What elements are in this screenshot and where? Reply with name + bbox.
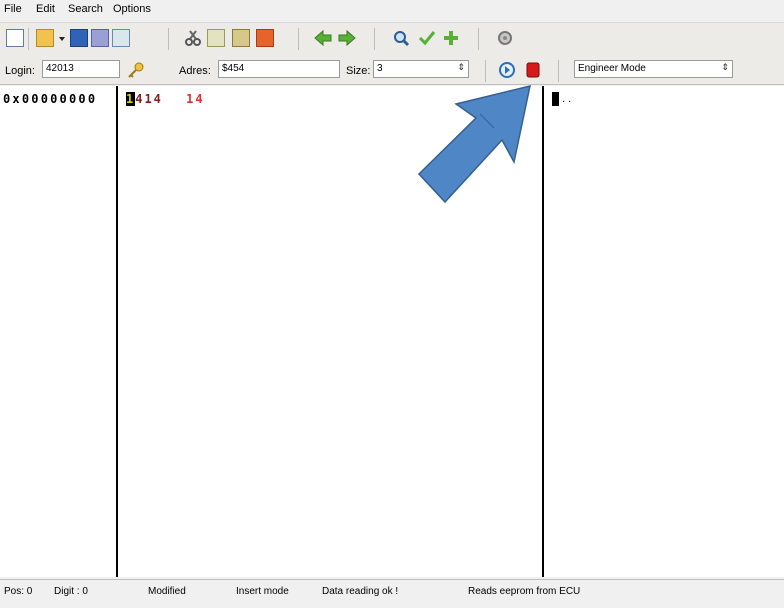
ascii-text: . . [562,93,572,105]
annotation-arrow [417,84,531,204]
adres-label: Adres: [179,65,211,77]
save-as-icon[interactable] [91,29,109,47]
copy-icon[interactable] [207,29,225,47]
key-icon[interactable] [127,61,145,79]
menu-file[interactable]: File [4,3,22,15]
mode-select[interactable]: Engineer Mode ⇕ [574,60,733,78]
toolbar-separator [558,60,559,82]
menu-search[interactable]: Search [68,3,103,15]
status-modified: Modified [148,586,186,597]
new-file-icon[interactable] [6,29,24,47]
gear-icon[interactable] [496,29,514,47]
login-field[interactable]: 42013 [42,60,120,78]
check-icon[interactable] [418,29,436,47]
ascii-cursor [552,92,559,106]
toolbar-separator [28,28,29,50]
menu-options[interactable]: Options [113,3,151,15]
hex-editor[interactable]: 0x00000000 1414 14 6 . . [0,84,784,577]
menu-bar: File Edit Search Options [0,0,784,20]
stop-icon[interactable] [524,61,542,79]
print-icon[interactable] [112,29,130,47]
ascii-column[interactable]: . . [544,86,784,577]
open-dropdown-icon[interactable] [58,29,66,47]
size-label: Size: [346,65,371,77]
size-value: 3 [377,63,383,74]
paste-icon[interactable] [232,29,250,47]
row-address: 0x00000000 [3,92,98,106]
toolbar-separator [485,60,486,82]
address-bar: Login: 42013 Adres: $454 Size: 3 ⇕ Engin… [0,57,784,85]
hex-byte[interactable]: 14 [186,92,204,106]
cut-icon[interactable] [184,29,202,47]
hex-cursor[interactable]: 1 [126,92,136,106]
status-data-reading: Data reading ok ! [322,586,399,597]
play-icon[interactable] [498,61,516,79]
delete-icon[interactable] [256,29,274,47]
adres-field[interactable]: $454 [218,60,340,78]
forward-arrow-icon[interactable] [338,29,356,47]
status-insert-mode: Insert mode [236,586,289,597]
mode-value: Engineer Mode [578,63,646,74]
spinner-icon: ⇕ [721,62,729,72]
status-bar: Pos: 0 Digit : 0 Modified Insert mode Da… [0,579,784,608]
address-column: 0x00000000 [0,86,118,577]
toolbar [0,22,784,58]
toolbar-separator [374,28,375,50]
hex-byte[interactable]: 414 [135,92,163,106]
plus-icon[interactable] [442,29,460,47]
open-folder-icon[interactable] [36,29,54,47]
size-select[interactable]: 3 ⇕ [373,60,469,78]
spinner-icon: ⇕ [457,62,465,72]
search-icon[interactable] [392,29,410,47]
status-pos: Pos: 0 [4,586,33,597]
status-digit: Digit : 0 [54,586,88,597]
menu-edit[interactable]: Edit [36,3,55,15]
status-reads-eeprom: Reads eeprom from ECU [468,586,581,597]
back-arrow-icon[interactable] [314,29,332,47]
save-icon[interactable] [70,29,88,47]
toolbar-separator [298,28,299,50]
toolbar-separator [168,28,169,50]
login-label: Login: [5,65,35,77]
toolbar-separator [478,28,479,50]
